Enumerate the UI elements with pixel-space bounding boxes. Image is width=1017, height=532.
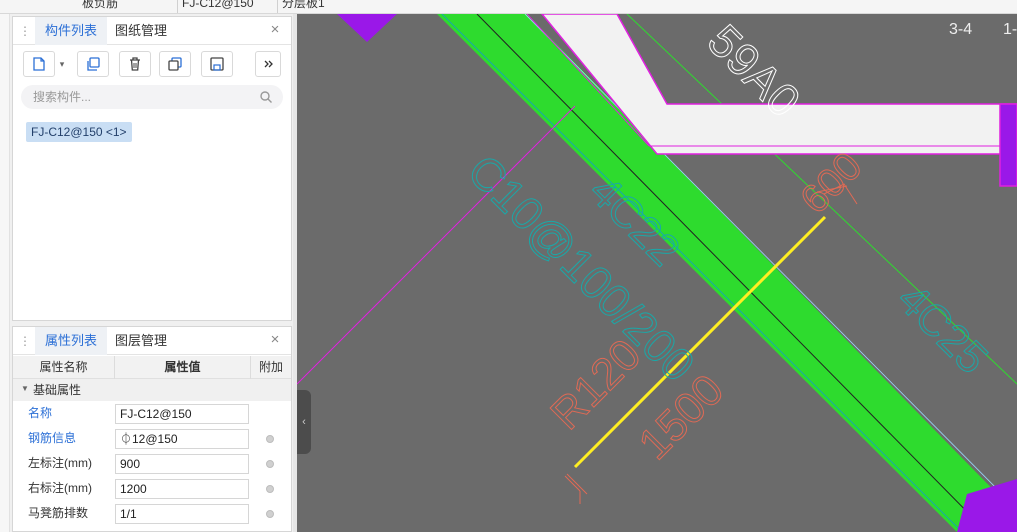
save-icon (210, 57, 224, 71)
component-toolbar: ▾ (13, 45, 291, 85)
extra-checkbox[interactable] (266, 435, 274, 443)
property-value-input[interactable]: 1200 (115, 479, 249, 499)
topbar-cell-name[interactable]: FJ-C12@150 (178, 0, 278, 13)
more-icon (264, 60, 273, 68)
tab-component-list[interactable]: 构件列表 (35, 17, 108, 45)
copy-component-button[interactable] (77, 51, 109, 77)
beam-band[interactable] (437, 14, 1017, 532)
topbar-cell-layer[interactable]: 分层板1 (278, 0, 378, 13)
rebar-label: 4C25 (888, 274, 997, 383)
component-search-input[interactable] (33, 88, 253, 106)
column-header-name: 属性名称 (13, 356, 115, 379)
component-search (21, 85, 283, 109)
property-value-input[interactable]: 900 (115, 454, 249, 474)
property-value-input[interactable]: FJ-C12@150 (115, 404, 249, 424)
drag-grip-icon[interactable]: ⋮⋮ (19, 334, 42, 348)
layer-copy-button[interactable] (159, 51, 191, 77)
chevron-left-icon: ‹ (302, 416, 306, 428)
property-name: 右标注(mm) (28, 481, 92, 495)
table-row: 右标注(mm) 1200 (13, 476, 291, 501)
property-name: 名称 (28, 406, 53, 420)
copy-icon (87, 57, 100, 71)
grid-label: 3-4 (949, 21, 972, 38)
component-panel-header: ⋮⋮ 构件列表 图纸管理 × (13, 17, 291, 45)
new-component-button[interactable] (23, 51, 55, 77)
table-row: 名称 FJ-C12@150 (13, 401, 291, 426)
beam-edge (441, 14, 963, 532)
column-header-value: 属性值 (115, 356, 251, 379)
left-edge-strip (0, 14, 10, 532)
more-button[interactable] (255, 51, 281, 77)
property-table-header: 属性名称 属性值 附加 (13, 356, 291, 379)
dimension-label: 600 (792, 144, 870, 222)
chevron-down-icon[interactable]: ▾ (55, 51, 69, 77)
new-icon (33, 57, 45, 71)
tab-layer-management[interactable]: 图层管理 (105, 327, 177, 355)
property-value-input[interactable]: 1/1 (115, 504, 249, 524)
dimension-tick (564, 473, 588, 504)
delete-icon (130, 57, 140, 71)
topbar-cell-type[interactable]: 板负筋 (78, 0, 178, 13)
column-marker[interactable] (999, 103, 1017, 187)
grid-label: 1- (1003, 21, 1017, 38)
property-name: 钢筋信息 (28, 431, 77, 445)
table-row: 钢筋信息 ⏀12@150 (13, 426, 291, 451)
property-group-basic[interactable]: ▼ 基础属性 (13, 379, 291, 401)
delete-component-button[interactable] (119, 51, 151, 77)
tab-drawing-management[interactable]: 图纸管理 (105, 17, 177, 45)
search-icon[interactable] (259, 90, 273, 104)
tab-property-list[interactable]: 属性列表 (35, 327, 108, 355)
extra-checkbox[interactable] (266, 510, 274, 518)
column-header-extra: 附加 (258, 360, 283, 374)
table-row: 左标注(mm) 900 (13, 451, 291, 476)
collapse-panel-button[interactable]: ‹ (297, 390, 311, 454)
property-value-input[interactable]: ⏀12@150 (115, 429, 249, 449)
column-marker[interactable] (337, 14, 397, 42)
layer-copy-icon (168, 57, 182, 71)
property-list-panel: ⋮⋮ 属性列表 图层管理 × 属性名称 属性值 附加 ▼ 基础属性 名称 FJ-… (12, 326, 292, 532)
caret-down-icon[interactable]: ▼ (21, 384, 29, 393)
component-list-panel: ⋮⋮ 构件列表 图纸管理 × ▾ FJ-C12@150 <1> (12, 16, 292, 321)
save-component-button[interactable] (201, 51, 233, 77)
component-list-item[interactable]: FJ-C12@150 <1> (26, 122, 132, 142)
property-name: 左标注(mm) (28, 456, 92, 470)
property-table: 属性名称 属性值 附加 ▼ 基础属性 名称 FJ-C12@150 钢筋信息 ⏀1… (13, 356, 291, 526)
property-name: 马凳筋排数 (28, 506, 89, 520)
dimension-label: 1500 (629, 365, 733, 469)
table-row: 马凳筋排数 1/1 (13, 501, 291, 526)
property-panel-header: ⋮⋮ 属性列表 图层管理 × (13, 327, 291, 355)
extra-checkbox[interactable] (266, 485, 274, 493)
cad-drawing: 3-4 1- 59A0 4C22 C10@100/200 4C25 600 15… (297, 14, 1017, 532)
drawing-canvas[interactable]: 3-4 1- 59A0 4C22 C10@100/200 4C25 600 15… (297, 14, 1017, 532)
top-property-bar: 板负筋 FJ-C12@150 分层板1 (0, 0, 1017, 14)
extra-checkbox[interactable] (266, 460, 274, 468)
drag-grip-icon[interactable]: ⋮⋮ (19, 24, 42, 38)
close-icon[interactable]: × (267, 22, 283, 38)
close-icon[interactable]: × (267, 332, 283, 348)
